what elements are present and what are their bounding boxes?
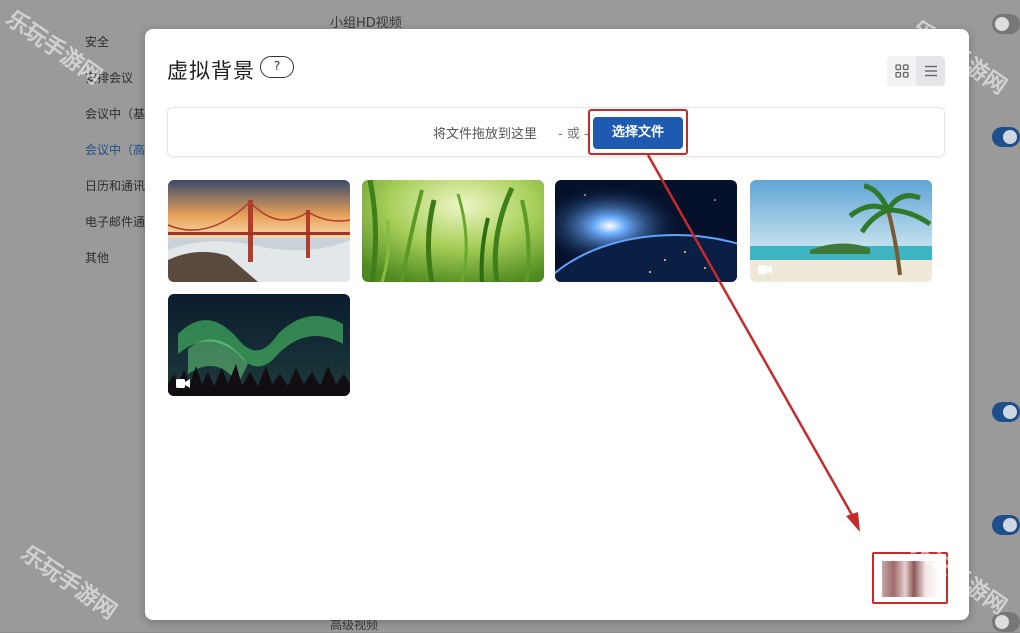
background-thumbnail-aurora[interactable] — [168, 294, 350, 396]
help-icon[interactable]: ? — [260, 56, 294, 78]
list-icon — [924, 65, 937, 77]
background-thumbnail-earth[interactable] — [555, 180, 737, 282]
sidebar-item-other[interactable]: 其他 — [85, 249, 145, 285]
background-thumbnail-beach[interactable] — [750, 180, 932, 282]
grid-view-button[interactable] — [887, 56, 916, 86]
background-thumbnail-golden-gate[interactable] — [168, 180, 350, 282]
background-toggle[interactable] — [992, 127, 1020, 147]
select-file-button[interactable]: 选择文件 — [593, 117, 683, 149]
virtual-background-dialog: 虚拟背景 ? 将文件拖放到这里 - 或 - 选择文件 — [145, 29, 969, 620]
sidebar-item-in-meeting-advanced[interactable]: 会议中（高级） — [85, 141, 145, 177]
background-toggle[interactable] — [992, 515, 1020, 535]
dialog-title: 虚拟背景 — [167, 59, 255, 83]
grid-icon — [894, 64, 909, 78]
sidebar-item-email[interactable]: 电子邮件通知 — [85, 213, 145, 249]
drop-or-text: - 或 - — [558, 127, 589, 142]
view-mode-toggle — [887, 56, 945, 86]
sidebar-item-calendar[interactable]: 日历和通讯录 — [85, 177, 145, 213]
sidebar-item-in-meeting-basic[interactable]: 会议中（基本） — [85, 105, 145, 141]
video-camera-icon — [758, 265, 772, 274]
video-camera-icon — [176, 379, 190, 388]
drop-hint-text: 将文件拖放到这里 — [433, 127, 538, 142]
file-drop-zone[interactable]: 将文件拖放到这里 - 或 - — [167, 107, 945, 157]
background-toggle[interactable] — [992, 402, 1020, 422]
background-thumbnail-grass[interactable] — [362, 180, 544, 282]
background-toggle[interactable] — [992, 14, 1020, 34]
